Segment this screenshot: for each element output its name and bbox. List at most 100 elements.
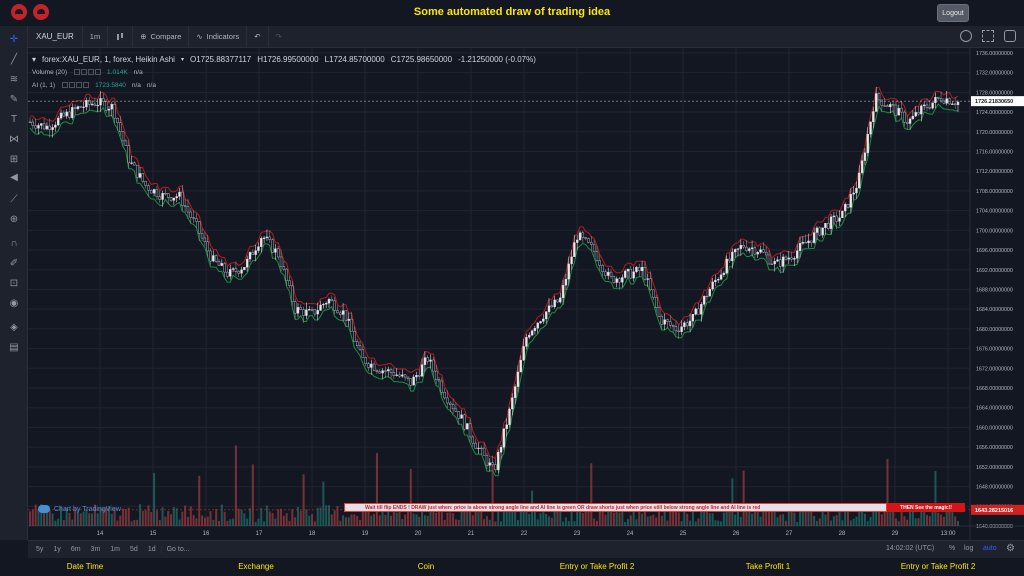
candle-body [355,341,359,346]
chart-style-button[interactable] [108,25,134,48]
candle-body [119,122,122,133]
eye-icon[interactable]: ◉ [7,297,21,311]
magnet-icon[interactable]: ∩ [7,237,21,251]
footer-entry-tp2-a[interactable]: Entry or Take Profit 2 [560,562,635,571]
candle-body [110,104,113,110]
candle-body [251,252,255,255]
series-title[interactable]: forex:XAU_EUR, 1, forex, Heikin Ashi [42,55,175,64]
price-chart[interactable]: 1736.00000000 1732.00000000 1728.00000000 1… [28,48,1024,540]
volume-bar [392,509,395,526]
brush-tool-icon[interactable]: ✎ [7,93,21,107]
candle-body [753,247,757,255]
y-tick-label: 1684.00000000 [976,307,1013,313]
volume-bar [229,519,232,526]
back-arrow-icon[interactable]: ◀ [7,171,21,185]
indicators-button[interactable]: ∿ Indicators [189,25,248,48]
candle-body [299,307,302,310]
candle-body [897,108,900,116]
ai-indicator-label[interactable]: AI (1, 1) [32,82,55,89]
magic-cta-button[interactable]: THEN See the magic!! [887,503,965,512]
footer-nav: Date Time Exchange Coin Entry or Take Pr… [0,558,1024,576]
range-1y[interactable]: 1y [48,546,65,553]
range-1d[interactable]: 1d [143,546,161,553]
volume-bar [923,511,926,526]
scale-settings-gear-icon[interactable]: ⚙ [1006,543,1015,554]
candle-body [296,307,300,314]
trash-icon[interactable]: ▤ [7,341,21,355]
candle-body [604,271,607,276]
candle-body [705,295,709,298]
pattern-tool-icon[interactable]: ⋈ [7,133,21,147]
goto-button[interactable]: Go to... [160,546,195,553]
candle-body [480,447,483,450]
volume-bar [793,512,796,526]
percent-toggle[interactable]: % [949,545,955,552]
footer-coin[interactable]: Coin [418,562,434,571]
chart-legend: ▾ forex:XAU_EUR, 1, forex, Heikin Ashi ▾… [32,53,536,92]
ruler-tool-icon[interactable]: ⟋ [7,193,21,207]
trend-line-tool-icon[interactable]: ╱ [7,53,21,67]
range-3m[interactable]: 3m [86,546,106,553]
range-1m[interactable]: 1m [105,546,125,553]
candle-body [152,189,156,194]
tradingview-watermark[interactable]: Chart by TradingView [38,505,121,513]
symbol-search-button[interactable]: XAU_EUR [28,25,83,48]
series-collapse-icon[interactable]: ▾ [32,55,36,64]
candle-body [883,105,886,107]
volume-bar [356,516,359,526]
volume-bar [652,514,655,526]
text-tool-icon[interactable]: T [7,113,21,127]
fullscreen-icon[interactable] [982,30,994,42]
candle-body [866,133,869,153]
candle-body [62,112,66,117]
camera-icon[interactable] [1004,30,1016,42]
series-dropdown-icon[interactable]: ▾ [181,56,184,63]
compare-button[interactable]: ⊕ Compare [133,25,190,48]
candle-body [708,288,711,297]
volume-bar [257,518,260,526]
candle-body [254,250,257,255]
candle-body [240,269,243,274]
volume-bar [201,515,204,526]
lock-icon[interactable]: ⊡ [7,277,21,291]
clock-time[interactable]: 14:02:02 (UTC) [886,545,934,552]
footer-entry-tp2-b[interactable]: Entry or Take Profit 2 [901,562,976,571]
fib-tool-icon[interactable]: ≋ [7,73,21,87]
candle-body [584,237,587,239]
volume-bar [911,510,914,526]
redo-button[interactable]: ↷ [269,26,289,48]
layers-icon[interactable]: ◈ [7,321,21,335]
undo-button[interactable]: ↶ [247,25,269,48]
volume-bar [91,513,94,526]
volume-controls[interactable] [73,68,102,77]
volume-bar [246,518,249,526]
candle-body [339,312,342,315]
candle-body [567,263,570,280]
logout-button[interactable]: Logout [937,4,969,22]
y-tick-label: 1672.00000000 [976,366,1013,372]
candle-body [536,322,539,329]
lock-drawing-icon[interactable]: ✐ [7,257,21,271]
log-toggle[interactable]: log [964,545,973,552]
settings-gear-icon[interactable] [960,30,972,42]
range-5y[interactable]: 5y [28,546,48,553]
candle-style-icon [117,32,124,40]
crosshair-tool-icon[interactable]: ✛ [7,33,21,47]
volume-label[interactable]: Volume (20) [32,69,67,76]
interval-button[interactable]: 1m [83,25,109,48]
range-6m[interactable]: 6m [66,546,86,553]
auto-toggle[interactable]: auto [983,545,997,552]
ai-controls[interactable] [61,81,90,90]
range-5d[interactable]: 5d [125,546,143,553]
candle-body [841,210,844,219]
range-bar: 5y 1y 6m 3m 1m 5d 1d Go to... 14:02:02 (… [28,540,1024,558]
footer-exchange[interactable]: Exchange [238,562,274,571]
candle-body [561,285,565,299]
volume-bar [342,515,345,526]
footer-date-time[interactable]: Date Time [67,562,103,571]
watermark-text: Chart by TradingView [54,505,121,513]
footer-take-profit-1[interactable]: Take Profit 1 [746,562,790,571]
measure-tool-icon[interactable]: ⊞ [7,153,21,167]
zoom-in-icon[interactable]: ⊕ [7,213,21,227]
candle-body [130,162,133,164]
